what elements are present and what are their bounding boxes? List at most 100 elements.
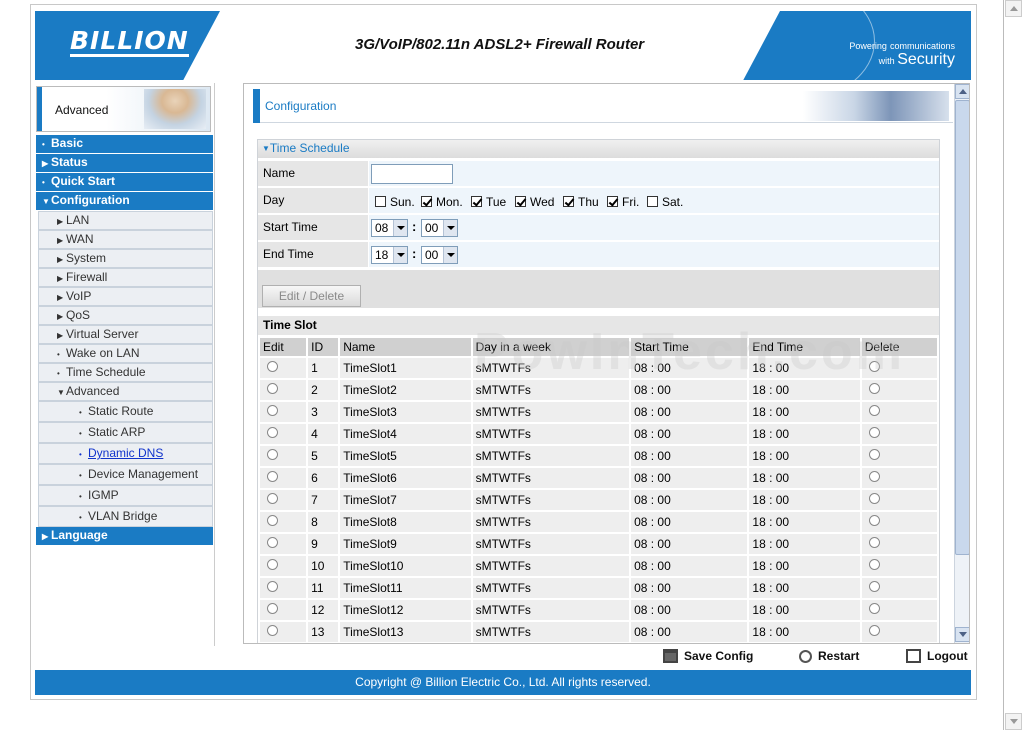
button-row: Edit / Delete	[258, 270, 939, 308]
edit-radio-cell	[260, 490, 307, 510]
name-cell: TimeSlot8	[340, 512, 471, 532]
bullet-icon: •	[79, 450, 82, 459]
sidebar-item-static-route[interactable]: • Static Route	[38, 401, 213, 422]
save-config-button[interactable]: Save Config	[663, 649, 753, 663]
sidebar-item-quick-start[interactable]: • Quick Start	[36, 173, 213, 192]
sidebar-item-status[interactable]: ▶ Status	[36, 154, 213, 173]
delete-radio[interactable]	[868, 427, 880, 438]
delete-radio[interactable]	[868, 581, 880, 592]
edit-radio[interactable]	[267, 515, 278, 526]
edit-radio[interactable]	[267, 383, 278, 394]
scroll-down-button[interactable]	[955, 627, 969, 642]
sidebar-item-wake-on-lan[interactable]: • Wake on LAN	[38, 344, 213, 363]
restart-button[interactable]: Restart	[799, 649, 859, 663]
edit-radio[interactable]	[267, 537, 278, 548]
name-input[interactable]	[371, 164, 453, 184]
day-checkbox-sun[interactable]: Sun.	[375, 195, 415, 209]
id-cell: 3	[308, 402, 339, 422]
sidebar-item-qos[interactable]: ▶ QoS	[38, 306, 213, 325]
column-header-name: Name	[340, 338, 471, 356]
edit-radio[interactable]	[267, 559, 278, 570]
sidebar-item-firewall[interactable]: ▶ Firewall	[38, 268, 213, 287]
edit-radio[interactable]	[267, 603, 278, 614]
day-checkbox-sat[interactable]: Sat.	[647, 195, 683, 209]
floppy-disk-icon	[663, 649, 678, 663]
sidebar-item-device-management[interactable]: • Device Management	[38, 464, 213, 485]
delete-radio[interactable]	[868, 449, 880, 460]
delete-radio[interactable]	[868, 603, 880, 614]
edit-radio-cell	[260, 512, 307, 532]
checkbox-checked-icon	[471, 196, 482, 207]
logout-button[interactable]: Logout	[906, 649, 968, 663]
scroll-up-button[interactable]	[955, 84, 969, 99]
sidebar-item-time-schedule[interactable]: • Time Schedule	[38, 363, 213, 382]
day-checkbox-fri[interactable]: Fri.	[607, 195, 639, 209]
edit-radio[interactable]	[267, 427, 278, 438]
time-colon: :	[412, 219, 417, 234]
day-checkbox-mon[interactable]: Mon.	[421, 195, 463, 209]
day-checkbox-tue[interactable]: Tue	[471, 195, 506, 209]
edit-radio[interactable]	[267, 471, 278, 482]
sidebar-item-wan[interactable]: ▶ WAN	[38, 230, 213, 249]
delete-radio[interactable]	[868, 471, 880, 482]
id-cell: 13	[308, 622, 339, 642]
delete-radio[interactable]	[868, 361, 880, 372]
logout-door-icon	[906, 649, 921, 663]
edit-radio[interactable]	[267, 581, 278, 592]
delete-radio[interactable]	[868, 515, 880, 526]
sidebar-item-virtual-server[interactable]: ▶ Virtual Server	[38, 325, 213, 344]
scroll-thumb[interactable]	[955, 100, 969, 555]
window-scrollbar[interactable]	[1003, 0, 1022, 730]
delete-radio[interactable]	[868, 559, 880, 570]
sidebar-item-static-arp[interactable]: • Static ARP	[38, 422, 213, 443]
start-minute-select[interactable]: 00	[421, 219, 458, 237]
day-row: Day Sun. Mon. Tue Wed Thu Fri. Sat.	[258, 188, 939, 213]
delete-radio-cell	[861, 622, 937, 642]
name-cell: TimeSlot9	[340, 534, 471, 554]
sidebar-item-lan[interactable]: ▶ LAN	[38, 211, 213, 230]
column-header-delete: Delete	[861, 338, 937, 356]
sidebar-item-dynamic-dns[interactable]: • Dynamic DNS	[38, 443, 213, 464]
edit-radio[interactable]	[267, 449, 278, 460]
sidebar-item-basic[interactable]: • Basic	[36, 135, 213, 154]
edit-delete-button[interactable]: Edit / Delete	[262, 285, 361, 307]
delete-radio[interactable]	[868, 625, 880, 636]
section-header: ▼Time Schedule	[258, 140, 939, 158]
delete-radio[interactable]	[868, 493, 880, 504]
delete-radio[interactable]	[868, 405, 880, 416]
sidebar-item-system[interactable]: ▶ System	[38, 249, 213, 268]
day-cell: sMTWTFs	[472, 622, 630, 642]
window-scroll-up-button[interactable]	[1005, 0, 1022, 17]
sidebar-item-configuration[interactable]: ▼Configuration	[36, 192, 213, 211]
day-checkbox-wed[interactable]: Wed	[515, 195, 554, 209]
end-hour-select[interactable]: 18	[371, 246, 408, 264]
table-row: 1 TimeSlot1 sMTWTFs 08 : 00 18 : 00	[260, 358, 937, 378]
edit-radio[interactable]	[267, 361, 278, 372]
sidebar-item-vlan-bridge[interactable]: • VLAN Bridge	[38, 506, 213, 527]
sidebar-item-igmp[interactable]: • IGMP	[38, 485, 213, 506]
chevron-down-icon	[443, 247, 457, 263]
end-minute-select[interactable]: 00	[421, 246, 458, 264]
main-scrollbar[interactable]	[954, 84, 969, 643]
window-scroll-down-button[interactable]	[1005, 713, 1022, 730]
delete-radio[interactable]	[868, 537, 880, 548]
edit-radio[interactable]	[267, 405, 278, 416]
bullet-icon: •	[79, 471, 82, 480]
edit-radio[interactable]	[267, 625, 278, 636]
day-cell: sMTWTFs	[472, 468, 630, 488]
start-hour-select[interactable]: 08	[371, 219, 408, 237]
table-header-row: Edit ID Name Day in a week Start Time En…	[260, 338, 937, 356]
name-cell: TimeSlot7	[340, 490, 471, 510]
time-slot-heading: Time Slot	[258, 316, 939, 335]
caret-right-icon: ▶	[57, 293, 64, 302]
sidebar-item-advanced[interactable]: ▼Advanced	[38, 382, 213, 401]
banner-photo	[144, 89, 206, 129]
sidebar-item-language[interactable]: ▶ Language	[36, 527, 213, 546]
day-checkbox-thu[interactable]: Thu	[563, 195, 599, 209]
day-cell: sMTWTFs	[472, 512, 630, 532]
name-cell: TimeSlot1	[340, 358, 471, 378]
delete-radio[interactable]	[868, 383, 880, 394]
sidebar-item-voip[interactable]: ▶ VoIP	[38, 287, 213, 306]
edit-radio[interactable]	[267, 493, 278, 504]
day-cell: sMTWTFs	[472, 490, 630, 510]
